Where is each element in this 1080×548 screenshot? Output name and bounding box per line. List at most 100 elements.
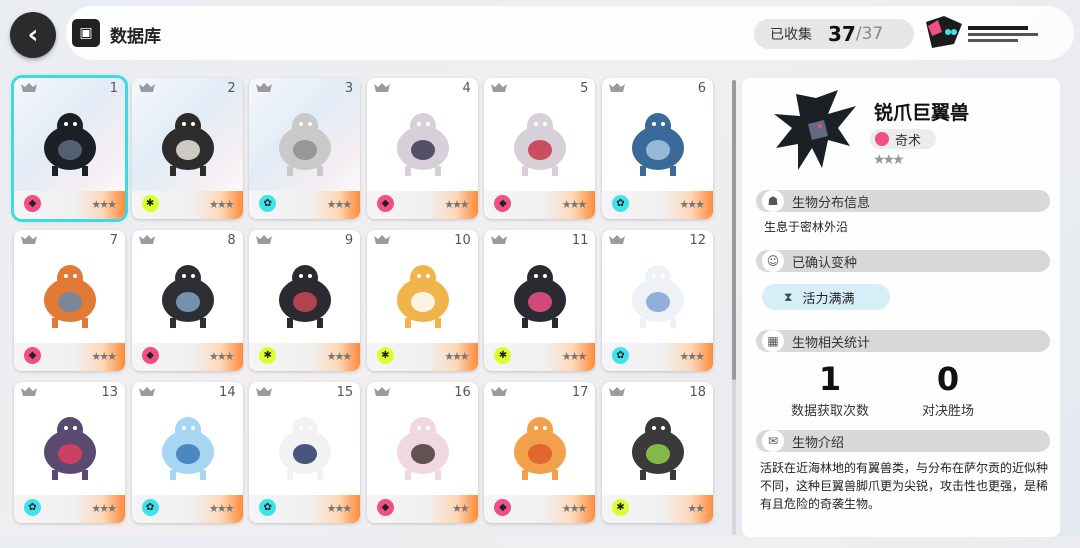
distribution-title: 生物分布信息 [792, 195, 871, 211]
card-number: 16 [454, 385, 471, 400]
creature-card[interactable]: 15 ✿ ★★★ [249, 382, 361, 523]
creature-grid: 1 ◆ ★★★ 2 ✱ ★★★ 3 ✿ ★★★ 4 ◆ ★★★ 5 ◆ ★★★ 6 ✿ ★★★ 7 ◆ ★★★ 8 ◆ ★★★… [14, 78, 724, 548]
card-stars: ★★★ [561, 350, 588, 363]
collected-label: 已收集 [770, 27, 812, 43]
lime-type-icon: ✱ [141, 195, 159, 212]
creature-card[interactable]: 12 ✿ ★★★ [602, 230, 713, 371]
face-icon: ☺ [762, 250, 784, 272]
card-stars: ★★ [452, 502, 470, 515]
white-cat-icon [632, 265, 684, 328]
card-stars: ★★★ [444, 350, 470, 363]
collection-counter: 已收集 37 /37 [754, 19, 914, 49]
creature-card[interactable]: 3 ✿ ★★★ [249, 78, 361, 219]
cat-logo-icon [491, 83, 508, 92]
cat-logo-icon [491, 235, 508, 244]
card-stars: ★★★ [679, 350, 705, 363]
cat-logo-icon [21, 235, 37, 244]
dark-dragon-icon [44, 113, 96, 176]
spider-icon [279, 265, 332, 328]
cat-logo-icon [373, 83, 390, 92]
creature-card[interactable]: 9 ✱ ★★★ [249, 230, 361, 371]
dark-dragon-portrait-icon [774, 90, 856, 170]
red-wizard-sheep-icon [514, 113, 567, 176]
creature-card[interactable]: 8 ◆ ★★★ [131, 230, 243, 371]
blue-dragon-icon [632, 113, 684, 176]
creature-card[interactable]: 13 ✿ ★★★ [14, 382, 125, 523]
fire-fox-icon [514, 417, 567, 480]
creature-card[interactable]: 18 ✱ ★★ [602, 382, 713, 523]
fluffy-sheep-icon [396, 417, 449, 480]
creature-card[interactable]: 11 ✱ ★★★ [484, 230, 596, 371]
cat-logo-icon [609, 83, 625, 92]
cat-logo-icon [491, 387, 508, 396]
mossy-beast-icon [632, 417, 684, 480]
creature-card[interactable]: 4 ◆ ★★★ [366, 78, 478, 219]
card-stars: ★★★ [561, 502, 588, 515]
creature-card[interactable]: 2 ✱ ★★★ [131, 78, 243, 219]
card-number: 5 [580, 81, 589, 96]
stats-header: ▦ 生物相关统计 [756, 330, 1050, 352]
creature-card[interactable]: 17 ◆ ★★★ [484, 382, 596, 523]
pink-type-icon: ◆ [376, 195, 394, 212]
card-stars: ★★★ [326, 198, 353, 211]
orange-dragon-icon [44, 265, 96, 328]
distribution-text: 生息于密林外沿 [764, 220, 849, 234]
purple-beast-icon [44, 417, 96, 480]
card-number: 1 [109, 81, 118, 96]
hooded-man-icon [161, 113, 214, 176]
statue-icon [279, 113, 332, 176]
cat-logo-icon [373, 235, 390, 244]
mushroom-creature-icon [161, 265, 214, 328]
intro-title: 生物介绍 [792, 435, 845, 451]
skeleton-icon [279, 417, 332, 480]
cyan-type-icon: ✿ [612, 195, 629, 212]
card-number: 3 [344, 81, 354, 96]
card-stars: ★★★ [561, 198, 588, 211]
variant-title: 已确认变种 [792, 255, 858, 271]
pixel-ghost-icon [161, 417, 214, 480]
grid-scroll-thumb[interactable] [732, 80, 736, 380]
creature-name: 锐爪巨翼兽 [874, 102, 970, 124]
card-number: 6 [697, 81, 706, 96]
capture-count-value: 1 [818, 360, 842, 398]
creature-card[interactable]: 16 ◆ ★★ [366, 382, 478, 523]
cat-icon [396, 265, 449, 328]
card-stars: ★★★ [209, 502, 235, 515]
card-number: 9 [344, 233, 354, 248]
creature-card[interactable]: 7 ◆ ★★★ [14, 230, 125, 371]
creature-card[interactable]: 5 ◆ ★★★ [484, 78, 596, 219]
intro-text: 活跃在近海林地的有翼兽类，与分布在萨尔贡的近似种不同，这种巨翼兽脚爪更为尖锐，攻… [760, 461, 1049, 511]
stats-title: 生物相关统计 [792, 335, 871, 351]
cat-logo-icon [138, 387, 155, 396]
card-stars: ★★★ [679, 198, 705, 211]
rock-golem-icon [514, 265, 567, 328]
card-stars: ★★★ [91, 502, 117, 515]
stats-icon: ▦ [762, 330, 784, 352]
collected-total: /37 [855, 24, 884, 44]
card-number: 11 [571, 233, 589, 248]
card-stars: ★★★ [326, 350, 353, 363]
cat-logo-icon [138, 83, 155, 92]
card-number: 17 [571, 385, 589, 400]
creature-card[interactable]: 14 ✿ ★★★ [131, 382, 243, 523]
cat-logo-icon [256, 83, 273, 92]
card-stars: ★★★ [91, 198, 117, 211]
back-button[interactable]: ‹ [10, 12, 56, 58]
cat-logo-icon [21, 83, 37, 92]
distribution-header: ☗ 生物分布信息 [756, 190, 1050, 212]
card-number: 14 [219, 385, 236, 400]
creature-card[interactable]: 10 ✱ ★★★ [366, 230, 478, 371]
pink-type-icon: ◆ [24, 347, 41, 364]
cat-logo-icon [373, 387, 390, 396]
creature-card[interactable]: 6 ✿ ★★★ [602, 78, 713, 219]
cat-logo-icon [138, 235, 155, 244]
card-number: 15 [336, 385, 354, 400]
chevron-left-icon: ‹ [27, 20, 39, 50]
creature-card[interactable]: 1 ◆ ★★★ [14, 78, 125, 219]
battle-wins-value: 0 [936, 360, 960, 398]
habitat-icon: ☗ [762, 190, 784, 212]
page-title: 数据库 [110, 27, 161, 47]
variant-chip[interactable]: ⧗ 活力满满 [762, 284, 890, 310]
game-logo [926, 16, 1038, 48]
card-stars: ★★★ [209, 350, 235, 363]
